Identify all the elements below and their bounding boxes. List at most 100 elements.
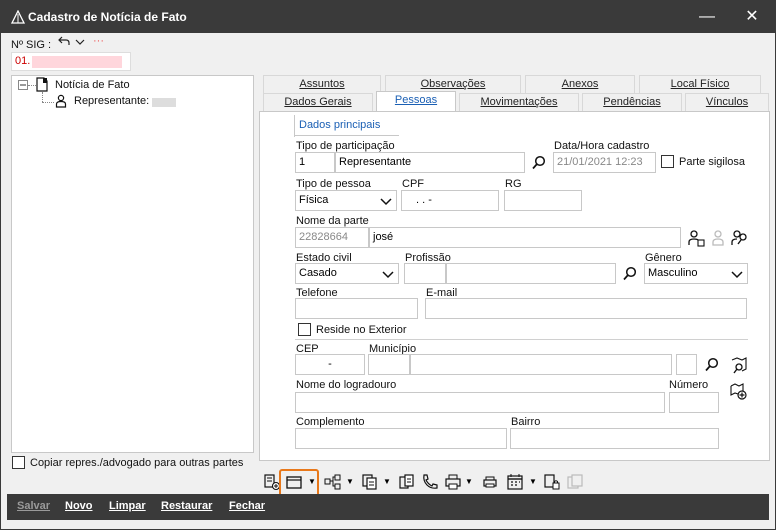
tab-dados-gerais[interactable]: Dados Gerais [263,93,373,111]
sig-field[interactable]: 01. [11,52,131,71]
tab-pessoas[interactable]: Pessoas [376,91,456,111]
calendar-icon[interactable] [506,473,524,491]
hierarchy-icon[interactable] [324,473,342,491]
tab-label: Vínculos [705,96,749,108]
bairro-field[interactable] [510,428,719,449]
reside-exterior-checkbox[interactable] [298,323,311,336]
tab-anexos[interactable]: Anexos [525,75,635,93]
municipio-field[interactable] [410,354,672,375]
numero-label: Número [669,379,709,391]
more-icon[interactable]: ··· [93,35,104,47]
tab-vinculos[interactable]: Vínculos [685,93,769,111]
tipo-participacao-label: Tipo de participação [296,140,395,152]
tipo-pessoa-label: Tipo de pessoa [296,178,371,190]
tab-label: Movimentações [480,96,558,108]
add-location-icon[interactable] [730,383,748,401]
person-lock-icon[interactable] [709,229,727,247]
tab-label: Dados Gerais [284,96,352,108]
close-button[interactable]: ✕ [738,5,766,29]
minimize-button[interactable]: — [693,5,721,29]
dropdown-arrow-icon[interactable]: ▼ [383,477,391,486]
phone-icon[interactable] [421,473,439,491]
documents-icon[interactable] [398,473,416,491]
subtab-border [294,115,295,137]
field-value: 21/01/2021 12:23 [557,156,643,168]
cep-field[interactable]: - [295,354,365,375]
estado-civil-select[interactable]: Casado [295,263,399,284]
fechar-button[interactable]: Fechar [229,500,265,512]
nome-parte-field[interactable]: josé [369,227,681,248]
complemento-field[interactable] [295,428,507,449]
dropdown-arrow-icon[interactable]: ▼ [465,477,473,486]
restaurar-button[interactable]: Restaurar [161,500,212,512]
redacted-block [152,98,176,107]
person-search-icon[interactable] [731,229,749,247]
document-icon [36,77,48,92]
profissao-field[interactable] [446,263,616,284]
undo-icon[interactable] [58,36,70,46]
novo-button[interactable]: Novo [65,500,93,512]
uf-field[interactable] [676,354,697,375]
search-icon[interactable] [704,357,720,373]
tipo-pessoa-select[interactable]: Física [295,190,397,211]
chevron-down-icon [380,198,392,206]
tipo-participacao-field[interactable]: Representante [335,152,525,173]
cpf-field[interactable]: . . - [401,190,499,211]
dropdown-arrow-icon[interactable]: ▼ [529,477,537,486]
rg-field[interactable] [504,190,582,211]
email-field[interactable] [425,298,747,319]
printer-icon[interactable] [444,473,462,491]
tab-label: Assuntos [299,78,345,90]
folder-window-icon[interactable] [285,473,303,491]
field-value: 1 [299,156,306,168]
dropdown-arrow-icon[interactable]: ▼ [308,477,316,486]
select-value: Física [299,194,329,206]
tree-root-label[interactable]: Notícia de Fato [55,79,130,91]
tree-child-label[interactable]: Representante: [74,95,149,107]
title-bar: Cadastro de Notícia de Fato — ✕ [1,1,775,33]
logradouro-label: Nome do logradouro [296,379,397,391]
collapse-icon[interactable] [18,80,28,90]
chevron-down-icon[interactable] [75,38,85,46]
limpar-button[interactable]: Limpar [109,500,146,512]
print-icon[interactable] [481,473,499,491]
person-add-icon[interactable] [687,229,705,247]
separator [295,339,748,340]
disabled-documents-icon [566,473,584,491]
search-icon[interactable] [622,266,638,282]
chevron-down-icon [731,271,743,279]
logradouro-field[interactable] [295,392,665,413]
numero-field[interactable] [669,392,719,413]
telefone-field[interactable] [295,298,418,319]
cpf-label: CPF [402,178,424,190]
tab-assuntos[interactable]: Assuntos [263,75,381,93]
tab-label: Anexos [561,78,599,90]
tab-pendencias[interactable]: Pendências [582,93,682,111]
parte-sigilosa-checkbox[interactable] [661,155,674,168]
person-icon [55,94,67,108]
copy-documents-icon[interactable] [361,473,379,491]
dropdown-arrow-icon[interactable]: ▼ [346,477,354,486]
document-lock-icon[interactable] [543,473,561,491]
search-icon[interactable] [531,155,547,171]
tab-local-fisico[interactable]: Local Físico [639,75,761,93]
profissao-code-field[interactable] [404,263,446,284]
tree-line [42,102,54,103]
window-title: Cadastro de Notícia de Fato [28,10,187,24]
municipio-code-field[interactable] [368,354,410,375]
field-value: 22828664 [299,231,348,243]
tab-movimentacoes[interactable]: Movimentações [459,93,579,111]
select-value: Masculino [648,267,698,279]
genero-select[interactable]: Masculino [644,263,748,284]
field-value: . . - [416,194,432,206]
subtab-dados-principais[interactable]: Dados principais [299,119,380,131]
location-search-icon[interactable] [730,357,748,375]
select-value: Casado [299,267,337,279]
field-value: Representante [339,156,412,168]
data-hora-label: Data/Hora cadastro [554,140,650,152]
copy-representative-label: Copiar repres./advogado para outras part… [30,457,244,469]
field-value: - [328,358,332,370]
tipo-participacao-code-field[interactable]: 1 [295,152,335,173]
copy-representative-checkbox[interactable] [12,456,25,469]
salvar-button[interactable]: Salvar [17,500,50,512]
